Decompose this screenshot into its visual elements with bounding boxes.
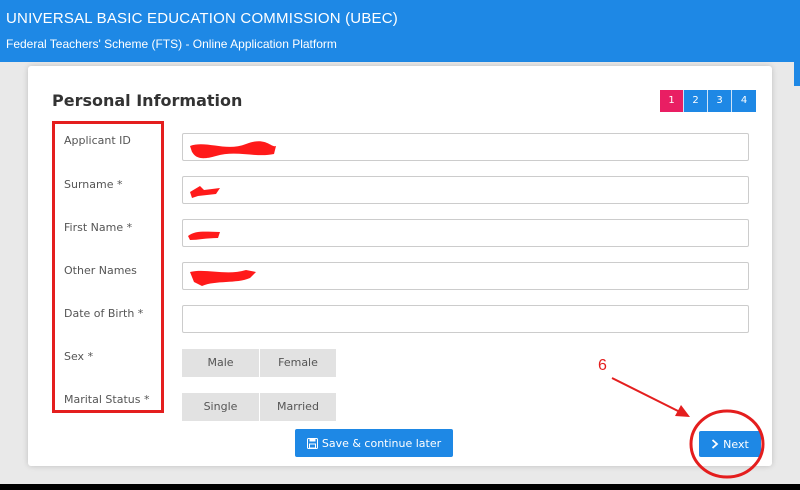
label-applicant-id: Applicant ID (64, 134, 131, 147)
step-1[interactable]: 1 (660, 90, 684, 112)
label-first-name: First Name * (64, 221, 133, 234)
other-names-field[interactable] (182, 262, 749, 290)
next-button[interactable]: Next (699, 431, 761, 457)
sex-option-male[interactable]: Male (182, 349, 260, 377)
sex-toggle: Male Female (182, 349, 336, 377)
org-title: UNIVERSAL BASIC EDUCATION COMMISSION (UB… (6, 10, 398, 27)
marital-option-married[interactable]: Married (260, 393, 336, 421)
save-button-label: Save & continue later (321, 436, 442, 450)
label-marital-status: Marital Status * (64, 393, 150, 406)
next-button-label: Next (723, 437, 749, 451)
sex-option-female[interactable]: Female (260, 349, 336, 377)
annotation-step-number: 6 (598, 357, 607, 374)
step-4[interactable]: 4 (732, 90, 756, 112)
chevron-right-icon (711, 439, 719, 449)
side-scroll-tab[interactable] (794, 62, 800, 86)
step-2[interactable]: 2 (684, 90, 708, 112)
label-sex: Sex * (64, 350, 94, 363)
floppy-disk-icon (306, 437, 318, 449)
app-header: UNIVERSAL BASIC EDUCATION COMMISSION (UB… (0, 0, 800, 62)
save-continue-later-button[interactable]: Save & continue later (295, 429, 453, 457)
surname-field[interactable] (182, 176, 749, 204)
label-surname: Surname * (64, 178, 123, 191)
marital-option-single[interactable]: Single (182, 393, 260, 421)
platform-title: Federal Teachers' Scheme (FTS) - Online … (6, 37, 337, 51)
redaction-mark (190, 270, 256, 286)
marital-status-toggle: Single Married (182, 393, 336, 421)
date-of-birth-field[interactable] (182, 305, 749, 333)
step-indicator: 1 2 3 4 (660, 90, 756, 112)
first-name-field[interactable] (182, 219, 749, 247)
label-date-of-birth: Date of Birth * (64, 307, 144, 320)
redaction-mark (190, 141, 276, 159)
redaction-mark (188, 231, 220, 240)
redaction-mark (190, 186, 220, 198)
page-title: Personal Information (52, 91, 243, 110)
label-other-names: Other Names (64, 264, 137, 277)
bottom-edge (0, 484, 800, 490)
step-3[interactable]: 3 (708, 90, 732, 112)
